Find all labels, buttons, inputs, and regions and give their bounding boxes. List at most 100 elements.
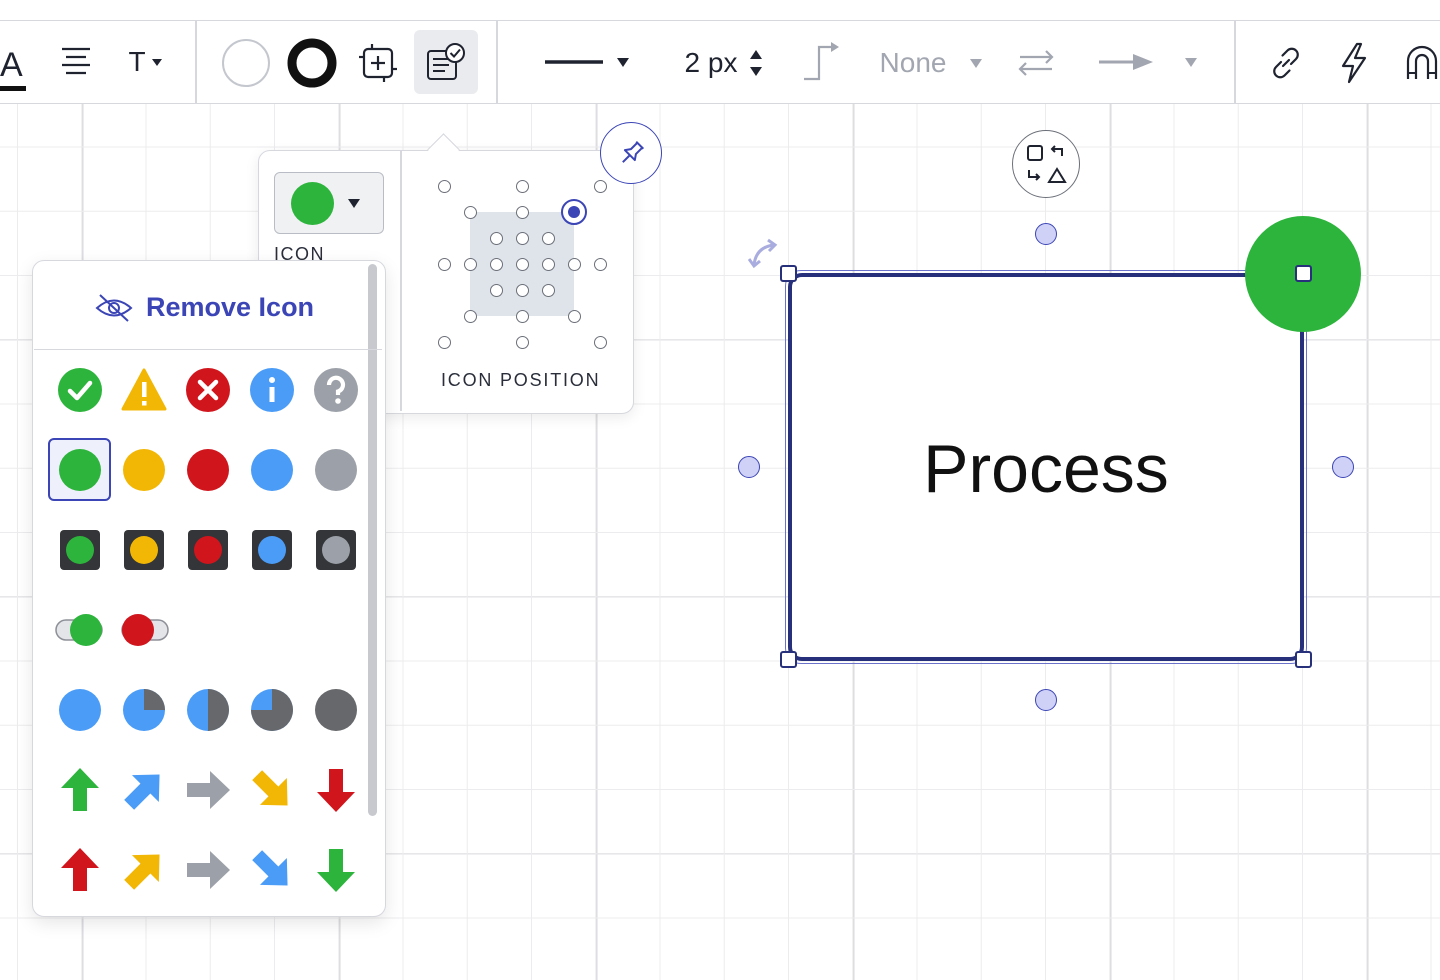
arrow-down-right-icon[interactable]	[249, 847, 295, 893]
font-color-label: A	[0, 46, 23, 84]
icon-position-option[interactable]	[489, 231, 503, 245]
link-button[interactable]	[1266, 43, 1306, 83]
shape-label[interactable]: Process	[788, 430, 1304, 508]
warning-icon[interactable]	[121, 367, 167, 413]
question-circle-icon[interactable]	[313, 367, 359, 413]
icon-position-option[interactable]	[567, 257, 581, 271]
icon-position-option[interactable]	[593, 257, 607, 271]
gray-square-dot-icon[interactable]	[313, 527, 359, 573]
link-icon	[1273, 47, 1299, 79]
pie-full-icon[interactable]	[313, 687, 359, 733]
check-circle-icon[interactable]	[57, 367, 103, 413]
end-arrow-dropdown[interactable]	[1094, 45, 1200, 79]
icon-position-option[interactable]	[567, 309, 581, 323]
connection-point-top[interactable]	[1035, 223, 1057, 245]
icon-settings-button[interactable]	[414, 30, 478, 94]
actions-button[interactable]	[1334, 41, 1374, 85]
resize-handle-bottom-right[interactable]	[1295, 651, 1312, 668]
text-style-label: T	[128, 46, 146, 77]
icon-position-option[interactable]	[463, 309, 477, 323]
pie-empty-icon[interactable]	[57, 687, 103, 733]
red-dot-icon[interactable]	[185, 447, 231, 493]
pin-popup-button[interactable]	[600, 122, 662, 184]
line-width-stepper[interactable]: 2 px	[676, 43, 772, 83]
line-routing-button[interactable]	[800, 39, 842, 83]
popup-divider	[400, 151, 402, 411]
fill-color-button[interactable]	[221, 38, 271, 88]
arrow-up-right-icon[interactable]	[121, 847, 167, 893]
icon-position-option[interactable]	[437, 179, 451, 193]
yellow-dot-icon[interactable]	[121, 447, 167, 493]
resize-handle-bottom-left[interactable]	[780, 651, 797, 668]
eye-off-icon	[95, 294, 133, 322]
icon-position-option[interactable]	[463, 257, 477, 271]
info-circle-icon[interactable]	[249, 367, 295, 413]
icon-position-option[interactable]	[515, 179, 529, 193]
arrow-right-icon[interactable]	[185, 767, 231, 813]
icon-position-option-selected[interactable]	[561, 199, 587, 225]
swap-icon	[1018, 50, 1054, 76]
shape-swap-button[interactable]	[1012, 130, 1080, 198]
swap-arrows-button[interactable]	[1014, 45, 1058, 79]
format-toolbar: A T 2 px None	[0, 21, 1440, 104]
connection-point-left[interactable]	[738, 456, 760, 478]
icon-position-option[interactable]	[541, 231, 555, 245]
icon-position-option[interactable]	[463, 205, 477, 219]
chevron-down-icon	[348, 199, 360, 208]
resize-handle-top-right[interactable]	[1295, 265, 1312, 282]
pie-quarter-icon[interactable]	[121, 687, 167, 733]
gray-dot-icon[interactable]	[313, 447, 359, 493]
arrow-up-icon[interactable]	[57, 847, 103, 893]
pie-three-quarter-icon[interactable]	[249, 687, 295, 733]
elbow-connector-icon	[804, 42, 839, 81]
blue-square-dot-icon[interactable]	[249, 527, 295, 573]
icon-position-option[interactable]	[541, 283, 555, 297]
icon-position-option[interactable]	[489, 257, 503, 271]
crop-icon	[359, 44, 397, 82]
green-dot-icon[interactable]	[57, 447, 103, 493]
toolbar-divider	[1234, 21, 1236, 103]
connection-point-bottom[interactable]	[1035, 689, 1057, 711]
icon-position-option[interactable]	[515, 335, 529, 349]
arrow-right-icon[interactable]	[185, 847, 231, 893]
toggle-on-icon[interactable]	[54, 607, 106, 653]
icon-position-option[interactable]	[489, 283, 503, 297]
pin-icon	[622, 140, 645, 163]
icon-position-option[interactable]	[515, 231, 529, 245]
start-arrow-dropdown[interactable]: None	[866, 43, 996, 83]
icon-position-option[interactable]	[515, 309, 529, 323]
yellow-square-dot-icon[interactable]	[121, 527, 167, 573]
green-square-dot-icon[interactable]	[57, 527, 103, 573]
selected-icon-swatch	[291, 182, 334, 225]
icon-position-option[interactable]	[515, 257, 529, 271]
error-circle-icon[interactable]	[185, 367, 231, 413]
line-style-dropdown[interactable]	[536, 47, 636, 77]
icon-position-option[interactable]	[593, 335, 607, 349]
arrow-down-right-icon[interactable]	[249, 767, 295, 813]
icon-position-label: ICON POSITION	[441, 370, 601, 390]
blue-dot-icon[interactable]	[249, 447, 295, 493]
pie-half-icon[interactable]	[185, 687, 231, 733]
red-square-dot-icon[interactable]	[185, 527, 231, 573]
chevron-down-icon	[151, 58, 162, 66]
shape-options-button[interactable]	[356, 41, 400, 85]
font-color-swatch	[0, 86, 26, 91]
icon-position-option[interactable]	[541, 257, 555, 271]
align-text-button[interactable]	[58, 43, 94, 79]
icon-position-option[interactable]	[437, 335, 451, 349]
text-style-dropdown[interactable]: T	[122, 41, 168, 83]
icon-picker-dropdown[interactable]	[274, 172, 384, 234]
arrow-down-icon[interactable]	[313, 847, 359, 893]
arrow-up-icon[interactable]	[57, 767, 103, 813]
icon-position-option[interactable]	[515, 283, 529, 297]
icon-position-option[interactable]	[437, 257, 451, 271]
resize-handle-top-left[interactable]	[780, 265, 797, 282]
toggle-off-icon[interactable]	[118, 607, 170, 653]
magnet-button[interactable]	[1402, 43, 1440, 83]
connection-point-right[interactable]	[1332, 456, 1354, 478]
arrow-down-icon[interactable]	[313, 767, 359, 813]
line-color-button[interactable]	[286, 37, 338, 89]
font-color-button[interactable]: A	[0, 39, 26, 91]
icon-position-option[interactable]	[515, 205, 529, 219]
arrow-up-right-icon[interactable]	[121, 767, 167, 813]
